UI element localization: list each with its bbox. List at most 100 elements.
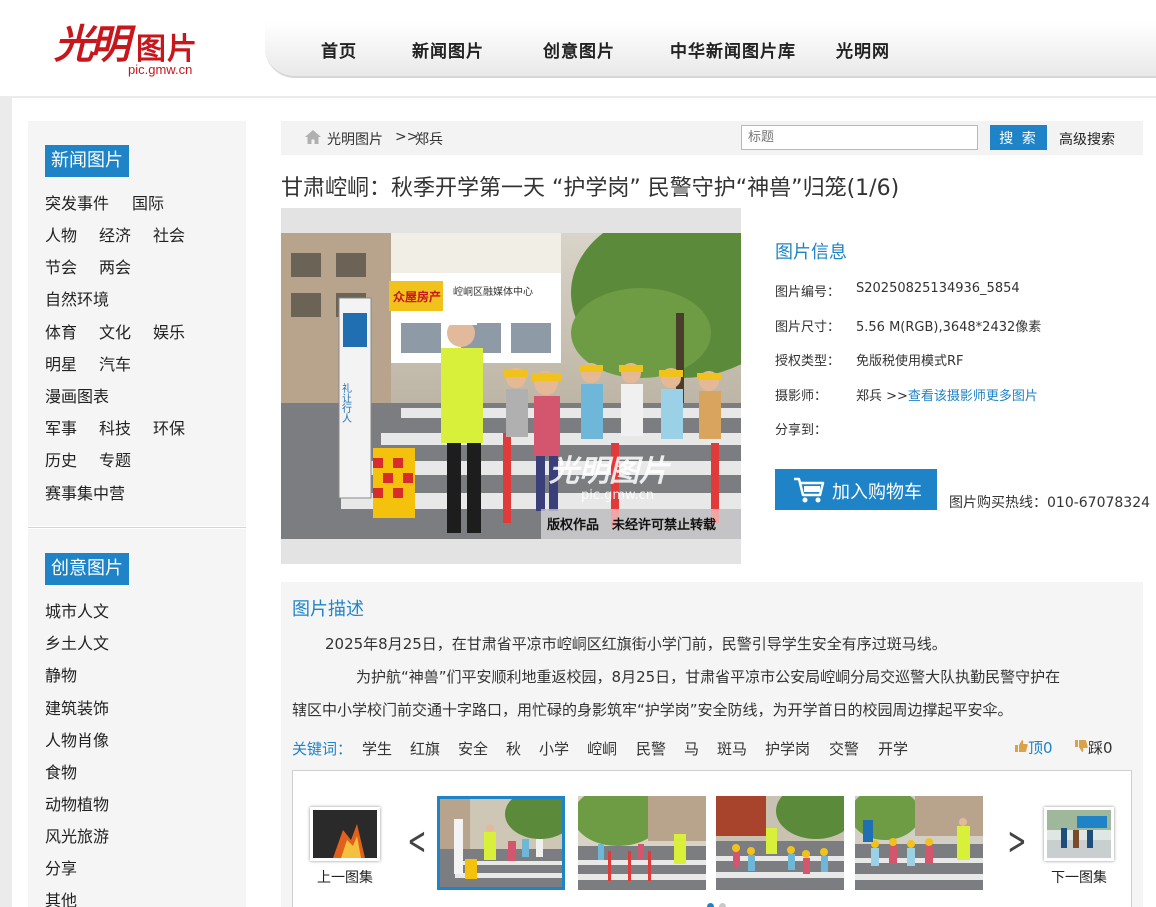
share-label: 分享到： xyxy=(775,423,828,438)
nav-home[interactable]: 首页 xyxy=(321,37,357,62)
keyword-tag[interactable]: 民警 xyxy=(636,738,666,759)
sidebar-item-international[interactable]: 国际 xyxy=(132,190,164,214)
sidebar-item-technology[interactable]: 科技 xyxy=(99,415,131,439)
sidebar-item-cars[interactable]: 汽车 xyxy=(99,351,131,375)
thumbs-up-icon xyxy=(1015,740,1028,752)
watermark-domain: pic.gmw.cn xyxy=(581,488,654,503)
nav-photo-library[interactable]: 中华新闻图片库 xyxy=(670,37,796,62)
sidebar-item-topics[interactable]: 专题 xyxy=(99,447,131,471)
sidebar-creative-title[interactable]: 创意图片 xyxy=(45,553,129,585)
add-to-cart-button[interactable]: 加入购物车 xyxy=(775,469,937,510)
thumbnail-1[interactable] xyxy=(437,796,565,890)
purchase-hotline: 图片购买热线：010-67078324 xyxy=(949,495,1151,511)
sidebar-item-history[interactable]: 历史 xyxy=(45,447,77,471)
sidebar-item-travel[interactable]: 风光旅游 xyxy=(45,823,109,847)
vote-down-button[interactable]: 踩0 xyxy=(1074,737,1113,758)
breadcrumb-home[interactable]: 光明图片 xyxy=(327,129,383,149)
sidebar-item-emergency[interactable]: 突发事件 xyxy=(45,190,109,214)
photo-id-value: S20250825134936_5854 xyxy=(856,281,1020,296)
sidebar-item-people[interactable]: 人物 xyxy=(45,222,77,246)
sidebar-item-sports[interactable]: 体育 xyxy=(45,319,77,343)
description-panel: 图片描述 2025年8月25日，在甘肃省平凉市崆峒区红旗街小学门前，民警引导学生… xyxy=(281,582,1143,907)
keywords-label: 关键词： xyxy=(292,740,353,758)
sidebar-item-city[interactable]: 城市人文 xyxy=(45,598,109,622)
sidebar-divider xyxy=(28,527,246,528)
pager-dot[interactable] xyxy=(719,903,726,907)
sidebar-item-animals-plants[interactable]: 动物植物 xyxy=(45,791,109,815)
sidebar-item-share[interactable]: 分享 xyxy=(45,855,77,879)
sidebar-item-comics[interactable]: 漫画图表 xyxy=(45,383,109,407)
nav-creative-photos[interactable]: 创意图片 xyxy=(543,37,615,62)
photo-info-title: 图片信息 xyxy=(775,242,847,263)
pager-dot-active[interactable] xyxy=(707,903,714,907)
sidebar-item-entertainment[interactable]: 娱乐 xyxy=(153,319,185,343)
chevron-left-icon[interactable]: < xyxy=(407,819,426,863)
sidebar-news-title[interactable]: 新闻图片 xyxy=(45,145,129,177)
next-set-label[interactable]: 下一图集 xyxy=(1051,867,1107,887)
sidebar-item-society[interactable]: 社会 xyxy=(153,222,185,246)
photographer-more-link[interactable]: 查看该摄影师更多图片 xyxy=(908,389,1038,404)
keyword-tag[interactable]: 红旗 xyxy=(410,738,440,759)
keyword-tag[interactable]: 安全 xyxy=(458,738,488,759)
sidebar-item-architecture[interactable]: 建筑装饰 xyxy=(45,695,109,719)
thumbnail-3[interactable] xyxy=(716,796,844,890)
sidebar-item-environment[interactable]: 环保 xyxy=(153,415,185,439)
description-paragraph-1: 2025年8月25日，在甘肃省平凉市崆峒区红旗街小学门前，民警引导学生安全有序过… xyxy=(325,635,947,653)
vote-up-button[interactable]: 顶0 xyxy=(1014,737,1053,758)
nav-news-photos[interactable]: 新闻图片 xyxy=(412,37,484,62)
keyword-tag[interactable]: 崆峒 xyxy=(587,738,617,759)
photographer-name[interactable]: 郑兵 >> xyxy=(856,389,908,404)
site-logo[interactable]: 光明 图片 pic.gmw.cn xyxy=(54,12,204,78)
sidebar-item-food[interactable]: 食物 xyxy=(45,759,77,783)
previous-set-thumbnail[interactable] xyxy=(310,807,380,861)
next-set-thumbnail[interactable] xyxy=(1044,807,1114,861)
photo-size-value: 5.56 M(RGB),3648*2432像素 xyxy=(856,320,1042,335)
site-header: 光明 图片 pic.gmw.cn 首页 新闻图片 创意图片 中华新闻图片库 光明… xyxy=(0,0,1156,96)
sign-text-yield: 礼让行人 xyxy=(340,382,352,423)
license-label: 授权类型： xyxy=(775,354,841,369)
vote-up-count: 顶0 xyxy=(1028,739,1053,757)
main-nav: 首页 新闻图片 创意图片 中华新闻图片库 光明网 xyxy=(265,22,1156,78)
breadcrumb-current[interactable]: 郑兵 xyxy=(415,129,443,149)
sidebar-item-still-life[interactable]: 静物 xyxy=(45,662,77,686)
photographer-value: 郑兵 >>查看该摄影师更多图片 xyxy=(856,385,1038,404)
nav-gmw[interactable]: 光明网 xyxy=(836,37,890,62)
keyword-tag[interactable]: 学生 xyxy=(362,738,392,759)
logo-mark: 光明 xyxy=(54,21,130,68)
keyword-tag[interactable]: 秋 xyxy=(506,738,521,759)
sidebar-item-portrait[interactable]: 人物肖像 xyxy=(45,727,109,751)
sidebar-item-military[interactable]: 军事 xyxy=(45,415,77,439)
advanced-search-link[interactable]: 高级搜索 xyxy=(1059,129,1115,149)
sidebar-item-two-sessions[interactable]: 两会 xyxy=(99,254,131,278)
keyword-tag[interactable]: 开学 xyxy=(878,738,908,759)
sidebar-item-rural[interactable]: 乡土人文 xyxy=(45,630,109,654)
description-title: 图片描述 xyxy=(292,599,364,620)
previous-set-label[interactable]: 上一图集 xyxy=(317,867,373,887)
sidebar-item-culture[interactable]: 文化 xyxy=(99,319,131,343)
chevron-right-icon[interactable]: > xyxy=(1007,819,1026,863)
keyword-tag[interactable]: 护学岗 xyxy=(765,738,810,759)
keyword-tag[interactable]: 小学 xyxy=(539,738,569,759)
main-photo[interactable]: 众屋房产 崆峒区融媒体中心 礼让行人 光明图片 pic.gmw.cn 版权作品 … xyxy=(281,233,741,539)
sidebar-item-other[interactable]: 其他 xyxy=(45,887,77,907)
sidebar-item-festivals[interactable]: 节会 xyxy=(45,254,77,278)
keyword-tag[interactable]: 斑马 xyxy=(717,738,747,759)
photographer-label: 摄影师： xyxy=(775,389,828,404)
thumbnail-4[interactable] xyxy=(855,796,983,890)
keyword-tag[interactable]: 交警 xyxy=(829,738,859,759)
keyword-tag[interactable]: 马 xyxy=(684,738,699,759)
sidebar-item-economy[interactable]: 经济 xyxy=(99,222,131,246)
page-title: 甘肃崆峒：秋季开学第一天 “护学岗” 民警守护“神兽”归笼(1/6) xyxy=(281,176,900,201)
license-value: 免版税使用模式RF xyxy=(856,354,964,369)
photo-size-label: 图片尺寸： xyxy=(775,320,841,335)
search-input[interactable] xyxy=(741,125,978,150)
photo-frame: 众屋房产 崆峒区融媒体中心 礼让行人 光明图片 pic.gmw.cn 版权作品 … xyxy=(281,208,741,564)
sidebar-item-stars[interactable]: 明星 xyxy=(45,351,77,375)
home-icon[interactable] xyxy=(305,130,321,144)
thumbnail-2[interactable] xyxy=(578,796,706,890)
search-button[interactable]: 搜 索 xyxy=(990,125,1047,150)
breadcrumb-bar: 光明图片 >> 郑兵 搜 索 高级搜索 xyxy=(281,121,1143,155)
sidebar-item-events[interactable]: 赛事集中营 xyxy=(45,480,125,504)
sidebar-item-nature[interactable]: 自然环境 xyxy=(45,286,109,310)
description-paragraph-2: 为护航“神兽”们平安顺利地重返校园，8月25日，甘肃省平凉市公安局崆峒分局交巡警… xyxy=(356,668,1061,686)
